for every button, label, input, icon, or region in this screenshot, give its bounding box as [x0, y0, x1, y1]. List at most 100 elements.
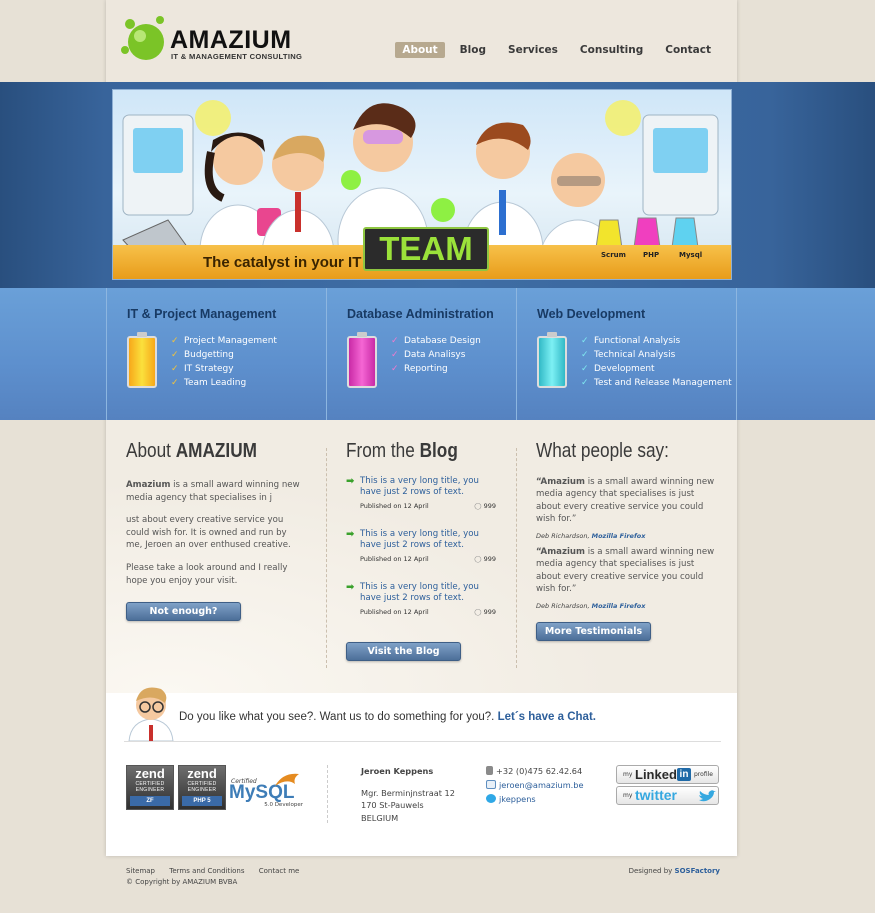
post-title[interactable]: This is a very long title, you have just…	[360, 582, 496, 604]
not-enough-button[interactable]: Not enough?	[126, 602, 241, 621]
footer-divider	[327, 765, 328, 823]
contact-email[interactable]: jeroen@amazium.be	[486, 779, 584, 791]
blog-post[interactable]: ➡ This is a very long title, you have ju…	[346, 476, 496, 510]
battery-cyan-icon	[537, 332, 567, 388]
social-brand: Linked	[635, 767, 677, 782]
list-item: Database Design	[391, 334, 481, 348]
about-paragraph-3: Please take a look around and I really h…	[126, 562, 288, 586]
contact-address: Mgr. Berminjnstraat 12 170 St-Pauwels BE…	[361, 787, 455, 824]
about-heading: About AMAZIUM	[126, 440, 257, 462]
comment-icon: ◯	[474, 555, 482, 563]
mail-icon	[486, 780, 496, 789]
blog-column: From the Blog	[346, 440, 506, 463]
service-list: Database Design Data Analisys Reporting	[391, 334, 481, 376]
list-item: Functional Analysis	[581, 334, 732, 348]
testimonials-heading: What people say:	[536, 440, 669, 462]
column-divider	[516, 448, 517, 668]
service-it-project: IT & Project Management Project Manageme…	[106, 288, 326, 420]
comment-count: ◯ 999	[474, 555, 496, 563]
nav-services[interactable]: Services	[501, 42, 565, 58]
mysql-bottom: 5.0 Developer	[264, 802, 303, 808]
service-web-dev: Web Development Functional Analysis Tech…	[516, 288, 737, 420]
designer-link[interactable]: SOSFactory	[675, 867, 720, 875]
address-line: Mgr. Berminjnstraat 12	[361, 788, 455, 798]
post-date: Published on 12 April	[360, 555, 429, 563]
linkedin-button[interactable]: my Linked in profile	[616, 765, 719, 784]
contact-skype[interactable]: jkeppens	[486, 793, 536, 805]
testimonials-column: What people say:	[536, 440, 721, 463]
about-column: About AMAZIUM Amazium is a small award w…	[126, 440, 304, 587]
badge-strip: ZF	[130, 796, 170, 806]
service-list: Functional Analysis Technical Analysis D…	[581, 334, 732, 390]
terms-link[interactable]: Terms and Conditions	[169, 867, 244, 875]
more-testimonials-button[interactable]: More Testimonials	[536, 622, 651, 641]
list-item: Test and Release Management	[581, 376, 732, 390]
list-item: Project Management	[171, 334, 277, 348]
post-title[interactable]: This is a very long title, you have just…	[360, 476, 496, 498]
copyright: © Copyright by AMAZIUM BVBA	[126, 878, 238, 886]
designed-by: Designed by SOSFactory	[628, 867, 720, 875]
service-title: IT & Project Management	[127, 307, 277, 321]
flask-label-scrum: Scrum	[601, 251, 626, 259]
list-item: Team Leading	[171, 376, 277, 390]
brand-name[interactable]: AMAZIUM	[170, 26, 292, 55]
address-line: BELGIUM	[361, 812, 399, 823]
service-title: Database Administration	[347, 307, 494, 321]
sitemap-link[interactable]: Sitemap	[126, 867, 155, 875]
author-company-link[interactable]: Mozilla Firefox	[592, 532, 646, 540]
hero-banner: The catalyst in your IT TEAM Scrum PHP M…	[112, 89, 732, 280]
badge-strip: PHP 5	[182, 796, 222, 806]
testimonial-text: “Amazium is a small award winning new me…	[536, 477, 715, 525]
blog-post[interactable]: ➡ This is a very long title, you have ju…	[346, 529, 496, 563]
post-meta: Published on 12 April ◯ 999	[360, 608, 496, 616]
nav-contact[interactable]: Contact	[658, 42, 718, 58]
post-title[interactable]: This is a very long title, you have just…	[360, 529, 496, 551]
testimonial: “Amazium is a small award winning new me…	[536, 476, 716, 540]
divider	[124, 741, 721, 742]
zend-php5-badge[interactable]: zend CERTIFIED ENGINEER PHP 5	[178, 765, 226, 810]
social-brand: twitter	[635, 787, 677, 803]
column-divider	[326, 448, 327, 668]
badge-brand: zend	[135, 766, 165, 781]
zend-zf-badge[interactable]: zend CERTIFIED ENGINEER ZF	[126, 765, 174, 810]
battery-yellow-icon	[127, 332, 157, 388]
footer-links: Sitemap Terms and Conditions Contact me	[126, 867, 311, 875]
author-company-link[interactable]: Mozilla Firefox	[592, 602, 646, 610]
chat-prompt: Do you like what you see?. Want us to do…	[179, 711, 596, 723]
arrow-right-icon: ➡	[346, 582, 355, 593]
badge-line: ENGINEER	[135, 787, 165, 793]
social-my: my	[623, 771, 633, 778]
nav-consulting[interactable]: Consulting	[573, 42, 650, 58]
list-item: Reporting	[391, 362, 481, 376]
twitter-button[interactable]: my twitter	[616, 786, 719, 805]
contact-phone: +32 (0)475 62.42.64	[486, 765, 582, 777]
badge-brand: zend	[187, 766, 217, 781]
dolphin-icon	[275, 773, 299, 786]
visit-blog-button[interactable]: Visit the Blog	[346, 642, 461, 661]
comment-count: ◯ 999	[474, 608, 496, 616]
list-item: IT Strategy	[171, 362, 277, 376]
list-item: Data Analisys	[391, 348, 481, 362]
nav-blog[interactable]: Blog	[453, 42, 493, 58]
chat-link[interactable]: Let´s have a Chat.	[498, 711, 596, 723]
post-date: Published on 12 April	[360, 608, 429, 616]
mysql-certified-badge[interactable]: Certified MySQL 5.0 Developer	[229, 770, 305, 812]
skype-icon	[486, 794, 496, 803]
post-meta: Published on 12 April ◯ 999	[360, 502, 496, 510]
testimonial-author: Deb Richardson, Mozilla Firefox	[536, 531, 646, 540]
blog-heading: From the Blog	[346, 440, 458, 462]
testimonial: “Amazium is a small award winning new me…	[536, 546, 716, 610]
testimonial-text: “Amazium is a small award winning new me…	[536, 547, 715, 595]
list-item: Technical Analysis	[581, 348, 732, 362]
about-paragraph-2: ust about every creative service you cou…	[126, 515, 291, 551]
arrow-right-icon: ➡	[346, 529, 355, 540]
flask-label-php: PHP	[643, 251, 660, 259]
contact-link[interactable]: Contact me	[259, 867, 300, 875]
about-paragraph-1: Amazium is a small award winning new med…	[126, 480, 300, 503]
blog-post[interactable]: ➡ This is a very long title, you have ju…	[346, 582, 496, 616]
service-list: Project Management Budgetting IT Strateg…	[171, 334, 277, 390]
social-my: my	[623, 792, 633, 799]
twitter-bird-icon	[699, 790, 716, 802]
nav-about[interactable]: About	[395, 42, 445, 58]
contact-name: Jeroen Keppens	[361, 766, 434, 776]
